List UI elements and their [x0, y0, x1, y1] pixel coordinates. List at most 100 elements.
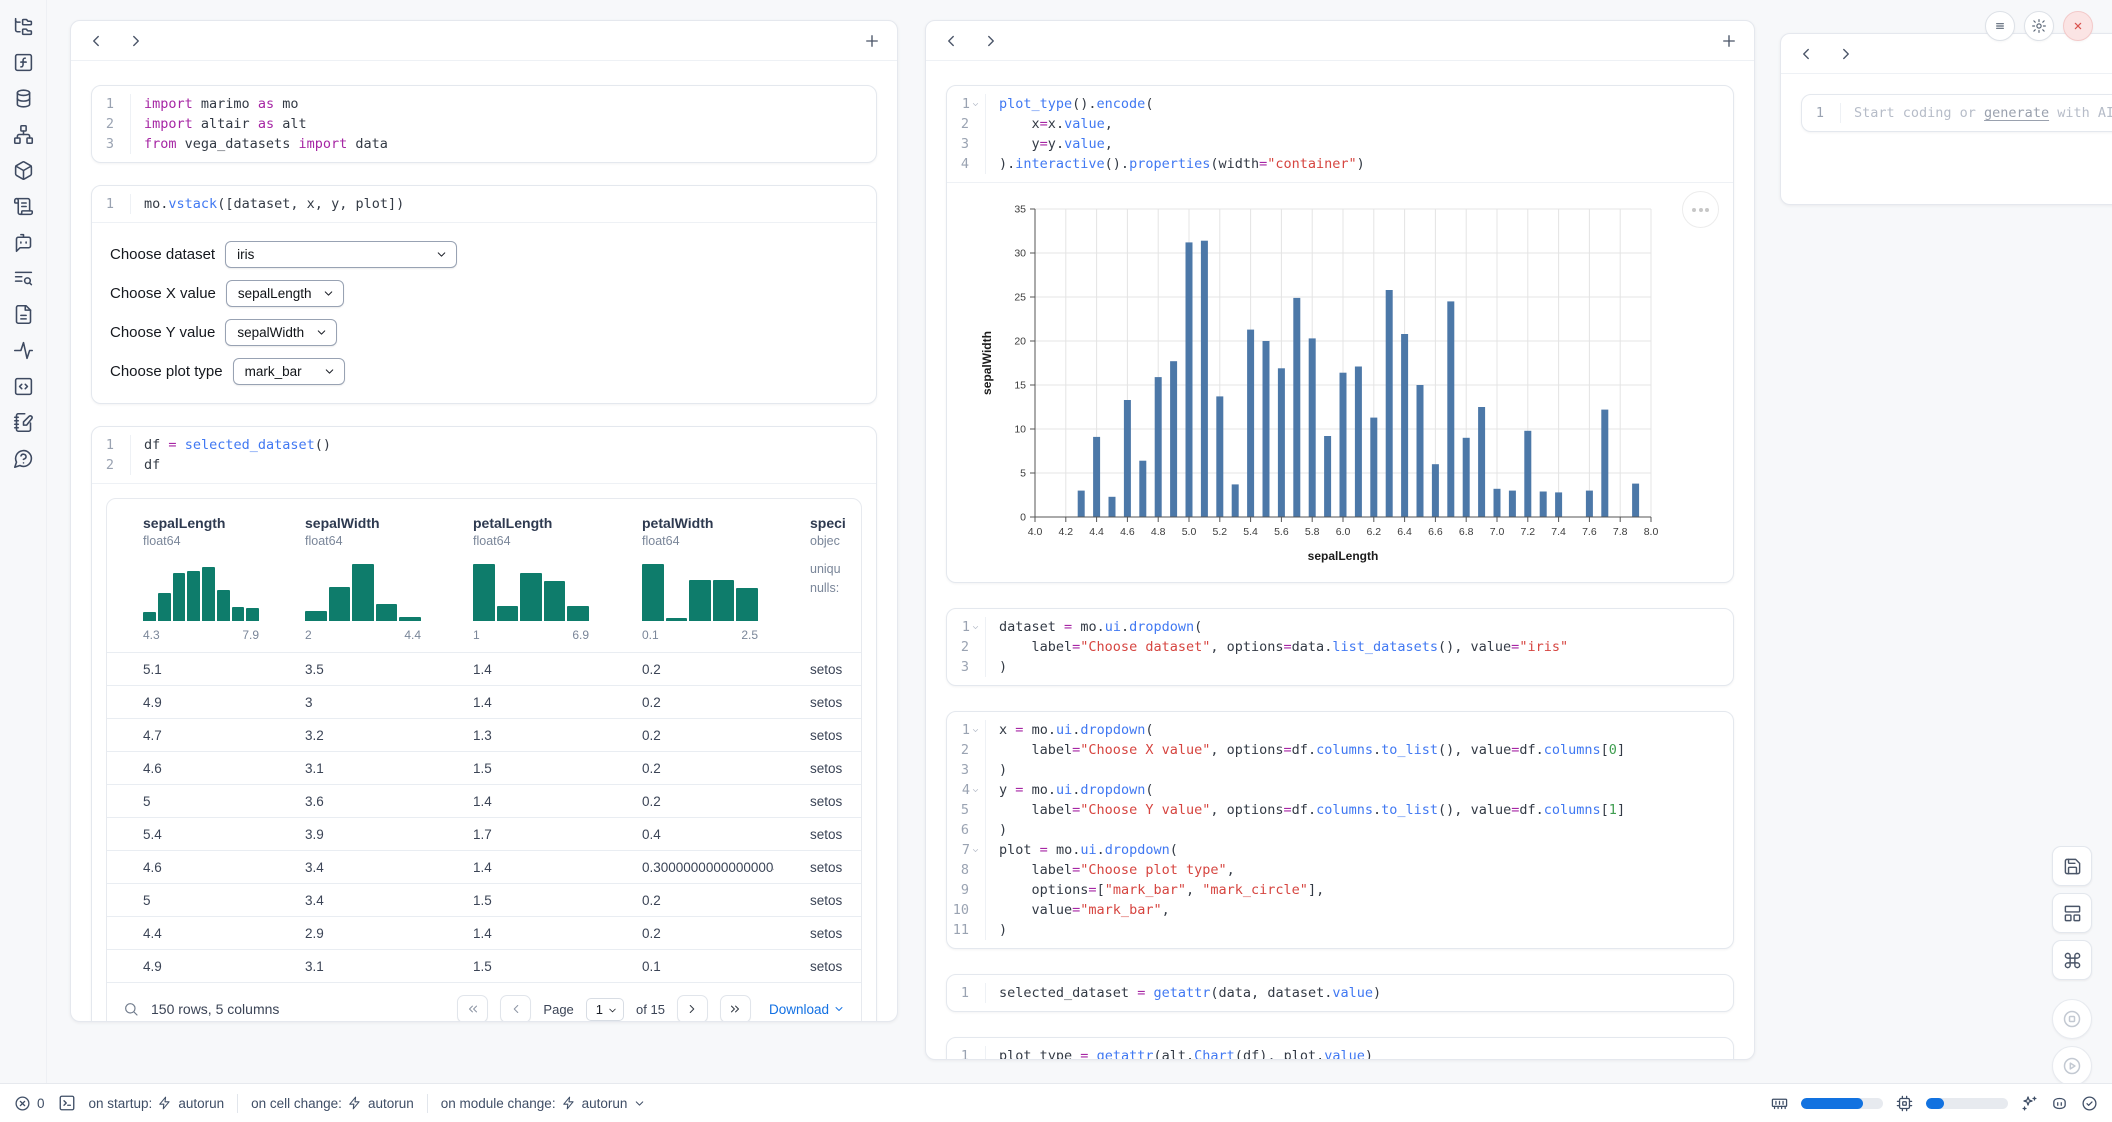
code-cell[interactable]: 1plot_type().encode(2 x=x.value,3 y=y.va… [946, 85, 1734, 583]
list-search-icon[interactable] [13, 268, 34, 289]
table-cell: 1.4 [437, 695, 606, 710]
editor-placeholder[interactable]: Start coding or generate with AI [1840, 103, 2112, 123]
fold-chevron-icon[interactable] [971, 726, 980, 735]
generate-link[interactable]: generate [1984, 105, 2049, 121]
table-row[interactable]: 5.13.51.40.2setos [107, 652, 861, 685]
dropdown-select[interactable]: sepalLength [226, 280, 344, 307]
play-circle-button[interactable] [2052, 1046, 2092, 1086]
code-editor[interactable]: 1import marimo as mo2import altair as al… [92, 86, 876, 162]
fold-chevron-icon[interactable] [971, 846, 980, 855]
layout-grid-button[interactable] [2052, 893, 2092, 933]
code-cell[interactable]: 1selected_dataset = getattr(data, datase… [946, 974, 1734, 1012]
table-row[interactable]: 4.63.11.50.2setos [107, 751, 861, 784]
command-button[interactable] [2052, 940, 2092, 980]
altair-bar-chart[interactable]: 051015202530354.04.24.44.64.85.05.25.45.… [947, 183, 1733, 582]
bot-message-icon[interactable] [13, 232, 34, 253]
dropdown-select[interactable]: iris [225, 241, 457, 268]
error-indicator[interactable]: 0 [14, 1095, 45, 1112]
check-circle-icon[interactable] [2081, 1095, 2098, 1112]
add-cell-icon[interactable] [863, 32, 881, 50]
column-header[interactable]: speciobjecuniqunulls: [774, 515, 862, 642]
file-text-icon[interactable] [13, 304, 34, 325]
notebook-pen-icon[interactable] [13, 412, 34, 433]
download-button[interactable]: Download [769, 1002, 845, 1017]
table-row[interactable]: 4.93.11.50.1setos [107, 949, 861, 982]
prev-page-button[interactable] [500, 995, 531, 1022]
file-tree-icon[interactable] [13, 16, 34, 37]
on-cell-change-setting[interactable]: on cell change: autorun [251, 1096, 414, 1111]
table-row[interactable]: 4.42.91.40.2setos [107, 916, 861, 949]
dropdown-select[interactable]: sepalWidth [225, 319, 337, 346]
package-icon[interactable] [13, 160, 34, 181]
table-cell: 2.9 [269, 926, 437, 941]
chevron-right-icon[interactable] [982, 32, 1000, 50]
terminal-icon[interactable] [58, 1094, 76, 1112]
code-editor[interactable]: 1plot_type = getattr(alt.Chart(df), plot… [947, 1038, 1733, 1060]
chart-options-button[interactable] [1682, 191, 1719, 228]
table-row[interactable]: 4.73.21.30.2setos [107, 718, 861, 751]
dropdown-value: mark_bar [245, 364, 302, 379]
column-header[interactable]: sepalWidthfloat6424.4 [269, 515, 437, 642]
search-icon[interactable] [123, 1001, 139, 1017]
help-circle-icon[interactable] [13, 448, 34, 469]
table-row[interactable]: 53.61.40.2setos [107, 784, 861, 817]
fold-chevron-icon[interactable] [971, 786, 980, 795]
code-cell[interactable]: 1df = selected_dataset()2df sepalLengthfl… [91, 426, 877, 1022]
dropdown-select[interactable]: mark_bar [233, 358, 345, 385]
line-number: 1 [92, 435, 130, 455]
svg-text:6.6: 6.6 [1428, 526, 1443, 538]
table-cell: setos [774, 926, 862, 941]
code-square-icon[interactable] [13, 376, 34, 397]
workflow-icon[interactable] [13, 124, 34, 145]
table-cell: 1.5 [437, 959, 606, 974]
close-button[interactable] [2063, 11, 2093, 41]
code-cell[interactable]: 1plot_type = getattr(alt.Chart(df), plot… [946, 1037, 1734, 1060]
code-editor[interactable]: 1selected_dataset = getattr(data, datase… [947, 975, 1733, 1011]
code-cell[interactable]: 1mo.vstack([dataset, x, y, plot])Choose … [91, 185, 877, 404]
menu-button[interactable] [1985, 11, 2015, 41]
line-number: 8 [947, 860, 985, 880]
line-number: 5 [947, 800, 985, 820]
chevron-left-icon[interactable] [1797, 45, 1815, 63]
code-editor[interactable]: 1plot_type().encode(2 x=x.value,3 y=y.va… [947, 86, 1733, 182]
fold-chevron-icon[interactable] [971, 623, 980, 632]
stop-circle-button[interactable] [2052, 999, 2092, 1039]
on-startup-setting[interactable]: on startup: autorun [89, 1096, 225, 1111]
column-header[interactable]: sepalLengthfloat644.37.9 [107, 515, 269, 642]
database-icon[interactable] [13, 88, 34, 109]
last-page-button[interactable] [720, 995, 751, 1022]
code-editor[interactable]: 1df = selected_dataset()2df [92, 427, 876, 483]
table-row[interactable]: 5.43.91.70.4setos [107, 817, 861, 850]
save-button[interactable] [2052, 846, 2092, 886]
code-editor[interactable]: 1mo.vstack([dataset, x, y, plot]) [92, 186, 876, 222]
chevron-left-icon[interactable] [87, 32, 105, 50]
gear-button[interactable] [2024, 11, 2054, 41]
code-editor[interactable]: 1x = mo.ui.dropdown(2 label="Choose X va… [947, 712, 1733, 948]
table-cell: 3 [269, 695, 437, 710]
chevron-right-icon[interactable] [1837, 45, 1855, 63]
on-module-change-setting[interactable]: on module change: autorun [441, 1096, 647, 1111]
scroll-text-icon[interactable] [13, 196, 34, 217]
page-select[interactable]: 1 [586, 998, 624, 1021]
table-row[interactable]: 53.41.50.2setos [107, 883, 861, 916]
copilot-icon[interactable] [2051, 1095, 2068, 1112]
code-cell[interactable]: 1import marimo as mo2import altair as al… [91, 85, 877, 163]
chevron-right-icon[interactable] [127, 32, 145, 50]
next-page-button[interactable] [677, 995, 708, 1022]
column-header[interactable]: petalLengthfloat6416.9 [437, 515, 606, 642]
column-header[interactable]: petalWidthfloat640.12.5 [606, 515, 774, 642]
chevron-left-icon[interactable] [942, 32, 960, 50]
empty-code-cell[interactable]: 1 Start coding or generate with AI [1801, 94, 2112, 132]
table-row[interactable]: 4.931.40.2setos [107, 685, 861, 718]
code-cell[interactable]: 1dataset = mo.ui.dropdown(2 label="Choos… [946, 608, 1734, 686]
code-cell[interactable]: 1x = mo.ui.dropdown(2 label="Choose X va… [946, 711, 1734, 949]
first-page-button[interactable] [457, 995, 488, 1022]
activity-icon[interactable] [13, 340, 34, 361]
code-editor[interactable]: 1dataset = mo.ui.dropdown(2 label="Choos… [947, 609, 1733, 685]
function-square-icon[interactable] [13, 52, 34, 73]
line-number: 2 [92, 455, 130, 475]
table-row[interactable]: 4.63.41.40.30000000000000004setos [107, 850, 861, 883]
sparkles-icon[interactable] [2021, 1095, 2038, 1112]
add-cell-icon[interactable] [1720, 32, 1738, 50]
fold-chevron-icon[interactable] [971, 100, 980, 109]
